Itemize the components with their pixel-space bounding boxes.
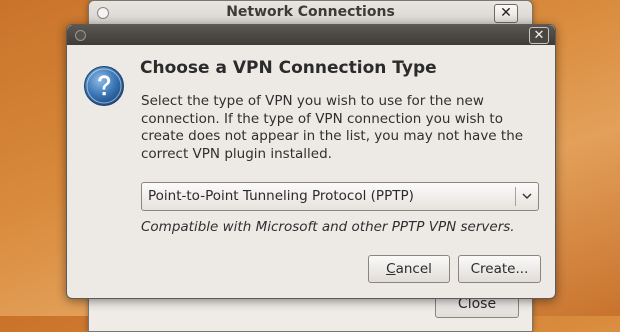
chevron-down-icon bbox=[522, 193, 532, 200]
dialog-menu-icon[interactable] bbox=[75, 30, 86, 41]
dialog-close-icon[interactable]: ✕ bbox=[529, 27, 549, 44]
network-connections-close-icon[interactable]: ✕ bbox=[494, 4, 518, 23]
dialog-heading: Choose a VPN Connection Type bbox=[140, 58, 437, 78]
choose-vpn-dialog: ✕ Choose a VPN Connection Type Select th… bbox=[66, 24, 556, 299]
compatibility-note: Compatible with Microsoft and other PPTP… bbox=[141, 219, 515, 235]
create-button[interactable]: Create... bbox=[458, 255, 541, 283]
vpn-type-selected-value: Point-to-Point Tunneling Protocol (PPTP) bbox=[148, 188, 414, 204]
vpn-type-dropdown[interactable]: Point-to-Point Tunneling Protocol (PPTP) bbox=[141, 182, 539, 211]
network-connections-title: Network Connections bbox=[226, 4, 395, 20]
question-icon bbox=[84, 66, 124, 106]
dialog-titlebar: ✕ bbox=[67, 25, 555, 45]
cancel-button[interactable]: Cancel bbox=[368, 255, 450, 283]
cancel-label-rest: ancel bbox=[395, 261, 432, 277]
cancel-mnemonic: C bbox=[386, 261, 396, 277]
dropdown-separator bbox=[515, 187, 516, 206]
dialog-description: Select the type of VPN you wish to use f… bbox=[141, 93, 524, 162]
network-connections-titlebar: Network Connections ✕ bbox=[89, 1, 532, 26]
